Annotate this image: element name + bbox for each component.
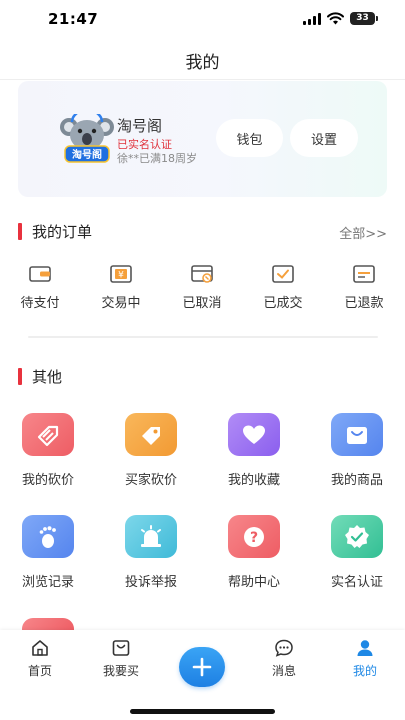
plus-icon [192, 657, 212, 677]
order-label: 交易中 [101, 296, 141, 311]
shopping-bag-icon [112, 640, 130, 656]
tab-profile[interactable]: 我的 [330, 638, 400, 679]
other-header: 其他 [0, 365, 405, 389]
order-cancelled[interactable]: 已取消 [171, 264, 233, 314]
price-tag-icon [22, 413, 74, 456]
status-icons: 33 [303, 12, 378, 25]
wifi-icon [327, 12, 344, 25]
home-icon [32, 640, 48, 656]
grid-real-name-verification[interactable]: 实名认证 [317, 515, 397, 595]
home-indicator [130, 709, 275, 714]
help-icon: ? [228, 515, 280, 558]
order-pending-payment[interactable]: 待支付 [9, 264, 71, 314]
tab-label: 我要买 [102, 664, 139, 678]
battery-icon: 33 [350, 12, 378, 25]
grid-my-favorites[interactable]: 我的收藏 [214, 413, 294, 493]
order-label: 已成交 [263, 296, 303, 311]
grid-my-products[interactable]: 我的商品 [317, 413, 397, 493]
order-in-progress[interactable]: ¥ 交易中 [90, 264, 152, 314]
alarm-icon [125, 515, 177, 558]
tab-bar: 首页 我要买 消息 我的 [0, 630, 405, 720]
order-completed[interactable]: 已成交 [252, 264, 314, 314]
grid-label: 帮助中心 [227, 575, 280, 590]
refund-icon [353, 265, 375, 283]
chat-icon [275, 639, 293, 657]
tab-label: 我的 [352, 664, 377, 678]
grid-label: 实名认证 [330, 575, 383, 590]
grid-label: 我的商品 [330, 473, 383, 488]
orders-title: 我的订单 [32, 223, 93, 241]
tab-messages[interactable]: 消息 [249, 638, 319, 679]
profile-card[interactable]: 淘号阁 淘号阁 已实名认证 徐**已满18周岁 钱包 设置 [18, 81, 387, 197]
nav-bar: 我的 [0, 38, 405, 80]
order-label: 已取消 [182, 296, 222, 311]
grid-my-bargains[interactable]: 我的砍价 [8, 413, 88, 493]
tab-label: 首页 [27, 664, 52, 678]
svg-text:¥: ¥ [118, 271, 124, 281]
grid-label: 浏览记录 [21, 575, 74, 590]
logo-text: 淘号阁 [72, 148, 102, 161]
wallet-icon [29, 266, 51, 282]
cancel-box-icon [191, 265, 213, 283]
order-label: 已退款 [344, 296, 384, 311]
profile-name: 淘号阁 [117, 117, 163, 135]
page-title: 我的 [185, 53, 220, 73]
settings-button[interactable]: 设置 [290, 119, 358, 157]
grid-label: 我的砍价 [21, 473, 74, 488]
signal-icon [303, 12, 321, 25]
tab-home[interactable]: 首页 [5, 638, 75, 679]
orders-header: 我的订单 全部>> [0, 220, 405, 244]
tab-buy[interactable]: 我要买 [86, 638, 156, 679]
heart-icon [228, 413, 280, 456]
section-accent-bar [18, 223, 22, 240]
footprint-icon [22, 515, 74, 558]
grid-complaints[interactable]: 投诉举报 [111, 515, 191, 595]
section-divider [28, 336, 378, 338]
shopping-box-icon [331, 413, 383, 456]
section-accent-bar [18, 368, 22, 385]
order-refunded[interactable]: 已退款 [333, 264, 395, 314]
order-label: 待支付 [20, 296, 60, 311]
koala-logo-avatar[interactable]: 淘号阁 [58, 114, 116, 164]
age-note: 徐**已满18周岁 [117, 152, 197, 165]
tag-icon [125, 413, 177, 456]
status-bar: 21:47 33 [0, 0, 405, 38]
grid-buyer-bargains[interactable]: 买家砍价 [111, 413, 191, 493]
tab-label: 消息 [271, 664, 296, 678]
svg-text:?: ? [250, 530, 258, 546]
verified-badge-icon [331, 515, 383, 558]
grid-label: 买家砍价 [124, 473, 177, 488]
other-title: 其他 [32, 368, 63, 386]
user-icon [357, 640, 373, 656]
grid-browsing-history[interactable]: 浏览记录 [8, 515, 88, 595]
yen-icon: ¥ [110, 265, 132, 283]
check-box-icon [272, 265, 294, 283]
wallet-button[interactable]: 钱包 [216, 119, 283, 157]
grid-help-center[interactable]: ? 帮助中心 [214, 515, 294, 595]
publish-plus-button[interactable] [179, 647, 225, 687]
status-time: 21:47 [48, 10, 99, 28]
grid-label: 投诉举报 [124, 575, 177, 590]
grid-label: 我的收藏 [227, 473, 280, 488]
view-all-orders-link[interactable]: 全部>> [339, 223, 387, 242]
